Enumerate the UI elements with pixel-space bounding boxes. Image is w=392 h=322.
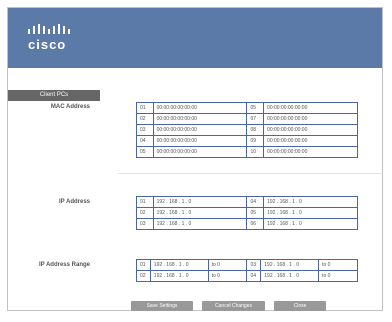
row-index: 03 [136,124,154,136]
ip-address-label: IP Address [58,199,90,205]
row-index: 01 [136,259,151,271]
entry-field[interactable]: 00:00:00:00:00:00 [263,102,358,114]
table-row: 01 00:00:00:00:00:00 05 00:00:00:00:00:00 [136,102,358,114]
row-index: 03 [246,259,262,271]
entry-field[interactable]: 192 . 168 . 1 . 0 [152,207,248,219]
entry-field[interactable]: to 0 [207,270,248,282]
table-row: 02 192 . 168 . 1 . 0 05 192 . 168 . 1 . 0 [136,207,358,219]
close-button[interactable]: Close [274,301,326,311]
entry-field[interactable]: 192 . 168 . 1 . 0 [149,259,209,271]
left-column [8,88,118,288]
separator [118,173,382,174]
row-index: 05 [136,146,154,158]
cisco-logo-text: cisco [28,37,67,52]
section-tab: Client PCs [8,90,100,101]
row-index: 05 [246,207,265,219]
entry-field[interactable]: 00:00:00:00:00:00 [263,146,358,158]
row-index: 03 [136,218,154,230]
ip-address-table: 01 192 . 168 . 1 . 0 04 192 . 168 . 1 . 0 02… [136,196,358,230]
row-index: 02 [136,207,154,219]
row-index: 09 [246,135,265,147]
row-index: 07 [246,113,265,125]
row-index: 01 [136,102,154,114]
entry-field[interactable]: 00:00:00:00:00:00 [152,124,248,136]
entry-field[interactable]: 00:00:00:00:00:00 [263,135,358,147]
entry-field[interactable]: 192 . 168 . 1 . 0 [263,196,358,208]
cisco-header: cisco [8,8,382,68]
row-index: 10 [246,146,265,158]
ip-range-table: 01 192 . 168 . 1 . 0 to 0 03 192 . 168 . 1 .… [136,259,358,282]
row-index: 08 [246,124,265,136]
entry-field[interactable]: to 0 [318,270,358,282]
ip-range-label: IP Address Range [38,262,90,268]
entry-field[interactable]: 192 . 168 . 1 . 0 [260,259,320,271]
table-row: 03 192 . 168 . 1 . 0 06 192 . 168 . 1 . 0 [136,218,358,230]
row-index: 06 [246,218,265,230]
save-settings-button[interactable]: Save Settings [131,301,193,311]
table-row: 02 00:00:00:00:00:00 07 00:00:00:00:00:00 [136,113,358,125]
row-index: 02 [136,270,151,282]
mac-address-table: 01 00:00:00:00:00:00 05 00:00:00:00:00:00 02… [136,102,358,158]
mac-address-label: MAC Address [50,104,90,110]
entry-field[interactable]: 192 . 168 . 1 . 0 [260,270,320,282]
entry-field[interactable]: 00:00:00:00:00:00 [152,113,248,125]
router-window: cisco Client PCs MAC Address 01 00:00:00:… [7,7,383,311]
row-index: 02 [136,113,154,125]
table-row: 03 00:00:00:00:00:00 08 00:00:00:00:00:00 [136,124,358,136]
cisco-logo: cisco [28,24,88,64]
row-index: 04 [246,196,265,208]
row-index: 04 [246,270,262,282]
entry-field[interactable]: 00:00:00:00:00:00 [152,135,248,147]
entry-field[interactable]: to 0 [318,259,358,271]
table-row: 05 00:00:00:00:00:00 10 00:00:00:00:00:00 [136,146,358,158]
entry-field[interactable]: 192 . 168 . 1 . 0 [152,196,248,208]
entry-field[interactable]: 192 . 168 . 1 . 0 [149,270,209,282]
entry-field[interactable]: 192 . 168 . 1 . 0 [263,207,358,219]
row-index: 05 [246,102,265,114]
entry-field[interactable]: 00:00:00:00:00:00 [263,124,358,136]
cisco-logo-bars [28,24,88,34]
row-index: 04 [136,135,154,147]
cancel-changes-button[interactable]: Cancel Changes [202,301,265,311]
entry-field[interactable]: to 0 [207,259,248,271]
table-row: 04 00:00:00:00:00:00 09 00:00:00:00:00:00 [136,135,358,147]
entry-field[interactable]: 192 . 168 . 1 . 0 [263,218,358,230]
table-row: 01 192 . 168 . 1 . 0 to 0 03 192 . 168 . 1 .… [136,259,358,271]
table-row: 01 192 . 168 . 1 . 0 04 192 . 168 . 1 . 0 [136,196,358,208]
entry-field[interactable]: 00:00:00:00:00:00 [263,113,358,125]
table-row: 02 192 . 168 . 1 . 0 to 0 04 192 . 168 . 1 .… [136,270,358,282]
entry-field[interactable]: 192 . 168 . 1 . 0 [152,218,248,230]
entry-field[interactable]: 00:00:00:00:00:00 [152,146,248,158]
row-index: 01 [136,196,154,208]
entry-field[interactable]: 00:00:00:00:00:00 [152,102,248,114]
